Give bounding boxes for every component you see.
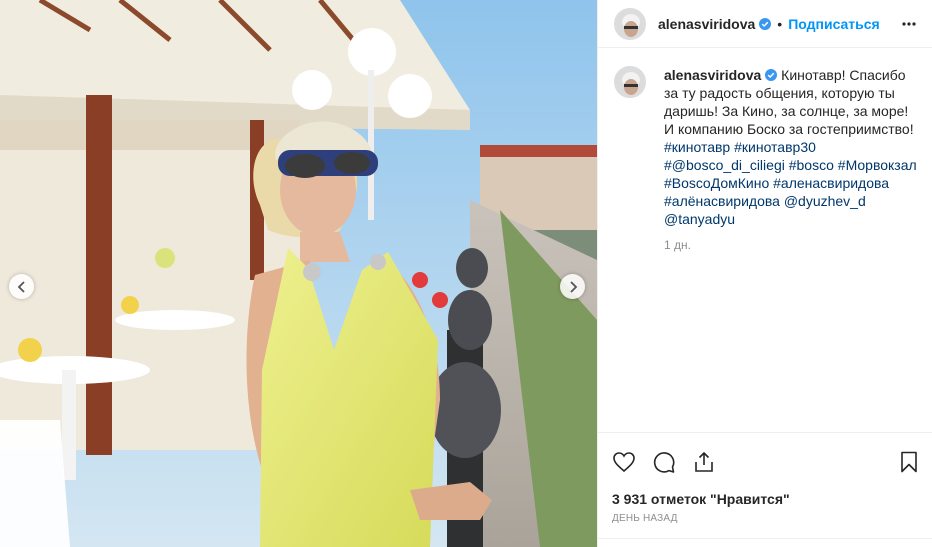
save-button[interactable] <box>897 450 921 474</box>
like-button[interactable] <box>612 450 636 474</box>
hashtag-link[interactable]: #кинотавр <box>664 139 730 155</box>
carousel-prev-button[interactable] <box>9 274 34 299</box>
hashtag-link[interactable]: #bosco <box>789 157 834 173</box>
post-date[interactable]: ДЕНЬ НАЗАД <box>612 513 921 524</box>
bookmark-icon <box>901 451 917 473</box>
photo-illustration <box>0 0 597 547</box>
hashtag-link[interactable]: #аленасвиридова <box>773 175 889 191</box>
hashtag-link[interactable]: #Морвокзал <box>838 157 917 173</box>
separator-dot: • <box>777 15 783 32</box>
more-horizontal-icon[interactable] <box>901 16 917 32</box>
mention-link[interactable]: @tanyadyu <box>664 211 735 227</box>
action-icons-row <box>612 447 921 477</box>
comment-icon <box>653 452 675 473</box>
likes-count[interactable]: 3 931 отметок "Нравится" <box>612 491 921 507</box>
chevron-right-icon <box>569 280 577 293</box>
hashtag-link[interactable]: #BoscoДомКино <box>664 175 769 191</box>
heart-icon <box>613 452 635 473</box>
header-username[interactable]: alenasviridova <box>658 16 755 32</box>
post-header: alenasviridova • Подписаться <box>598 0 932 48</box>
post-caption: alenasviridova Кинотавр! Спасибо за ту р… <box>614 66 917 252</box>
carousel-next-button[interactable] <box>560 274 585 299</box>
caption-text-block: alenasviridova Кинотавр! Спасибо за ту р… <box>664 66 920 228</box>
post-side-panel: alenasviridova • Подписаться alenasvirid… <box>597 0 932 547</box>
share-button[interactable] <box>692 450 716 474</box>
post-photo[interactable] <box>0 0 597 547</box>
avatar[interactable] <box>614 7 646 40</box>
share-icon <box>695 451 713 472</box>
hashtag-link[interactable]: #@bosco_di_ciliegi <box>664 157 785 173</box>
add-comment-area[interactable] <box>598 538 932 547</box>
actions-bar: 3 931 отметок "Нравится" ДЕНЬ НАЗАД <box>598 432 932 524</box>
verified-badge-icon <box>765 69 778 81</box>
comment-button[interactable] <box>652 450 676 474</box>
follow-button[interactable]: Подписаться <box>788 16 880 32</box>
comments-area: alenasviridova Кинотавр! Спасибо за ту р… <box>598 66 932 430</box>
hashtag-link[interactable]: #кинотавр30 <box>734 139 816 155</box>
chevron-left-icon <box>17 280 25 293</box>
caption-time[interactable]: 1 дн. <box>664 238 920 252</box>
mention-link[interactable]: @dyuzhev_d <box>784 193 866 209</box>
hashtag-link[interactable]: #алёнасвиридова <box>664 193 780 209</box>
caption-username[interactable]: alenasviridova <box>664 67 761 83</box>
verified-badge-icon <box>759 17 772 30</box>
caption-avatar[interactable] <box>614 66 646 98</box>
